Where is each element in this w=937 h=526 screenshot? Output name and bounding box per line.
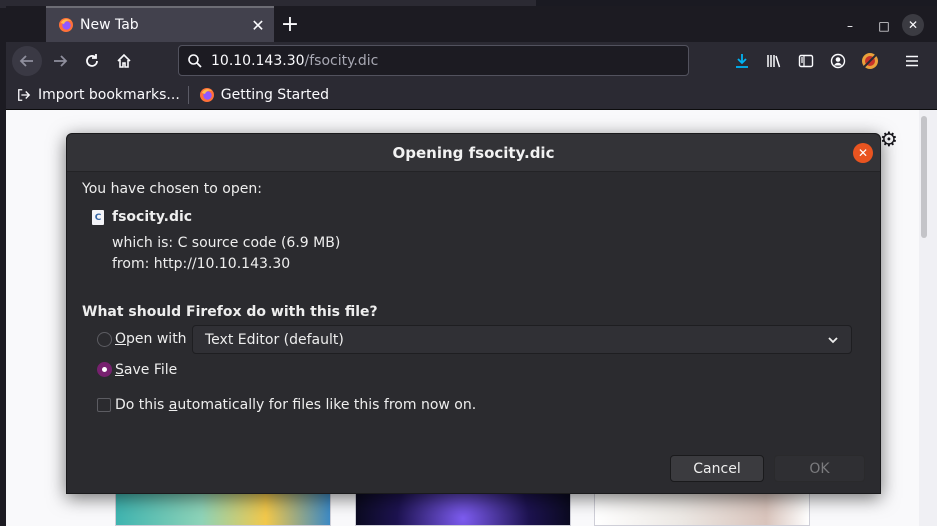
save-file-label[interactable]: Save File — [115, 362, 177, 378]
navigation-toolbar: 10.10.143.30/fsocity.dic — [6, 42, 937, 80]
url-path: /fsocity.dic — [304, 52, 379, 69]
url-host: 10.10.143.30 — [211, 52, 305, 69]
firefox-icon — [199, 87, 215, 103]
chevron-down-icon — [823, 330, 843, 350]
open-with-text: pen with — [126, 331, 187, 347]
application-select-value: Text Editor (default) — [205, 331, 344, 348]
extension-icon[interactable] — [858, 49, 882, 73]
application-select[interactable]: Text Editor (default) — [192, 325, 852, 354]
save-file-accesskey: S — [115, 362, 124, 378]
close-tab-icon[interactable]: ✕ — [248, 15, 268, 35]
search-icon — [185, 51, 205, 71]
chosen-label: You have chosen to open: — [82, 181, 262, 197]
open-with-label[interactable]: Open with — [115, 331, 187, 347]
menu-icon[interactable] — [900, 49, 924, 73]
dialog-title: Opening fsocity.dic — [392, 143, 555, 162]
new-tab-button[interactable]: + — [276, 10, 304, 38]
import-icon — [16, 87, 32, 103]
open-with-radio[interactable] — [97, 332, 112, 347]
auto-action-checkbox[interactable] — [97, 398, 111, 412]
open-with-accesskey: O — [115, 331, 127, 347]
close-dialog-button[interactable]: ✕ — [853, 143, 873, 163]
minimize-button[interactable]: – — [840, 16, 860, 36]
save-file-text: ave File — [123, 362, 178, 378]
cancel-button[interactable]: Cancel — [670, 455, 764, 482]
bookmark-separator — [187, 85, 189, 104]
download-icon[interactable] — [730, 49, 754, 73]
close-window-button[interactable]: ✕ — [902, 14, 924, 36]
bookmark-label: Getting Started — [220, 86, 330, 103]
account-icon[interactable] — [826, 49, 850, 73]
pocket-story-image[interactable] — [355, 492, 571, 526]
ok-button[interactable]: OK — [774, 455, 865, 482]
save-file-radio[interactable] — [97, 362, 112, 377]
url-bar[interactable]: 10.10.143.30/fsocity.dic — [178, 45, 689, 76]
bookmarks-toolbar: Import bookmarks... Getting Started — [6, 80, 937, 110]
scrollbar-thumb[interactable] — [921, 116, 927, 238]
gear-icon[interactable]: ⚙ — [878, 127, 900, 151]
tab-strip: New Tab ✕ + – □ ✕ — [6, 6, 937, 42]
c-source-file-icon: C — [92, 210, 104, 225]
tab-new-tab[interactable]: New Tab ✕ — [46, 6, 274, 42]
file-name: fsocity.dic — [112, 209, 193, 225]
library-icon[interactable] — [762, 49, 786, 73]
bookmark-getting-started[interactable]: Getting Started — [199, 87, 329, 103]
bookmark-import[interactable]: Import bookmarks... — [16, 87, 180, 103]
home-button[interactable] — [110, 47, 138, 75]
maximize-button[interactable]: □ — [874, 16, 894, 36]
file-source: from: http://10.10.143.30 — [112, 256, 291, 272]
auto-label-post: utomatically for files like this from no… — [177, 397, 477, 413]
download-dialog: Opening fsocity.dic ✕ You have chosen to… — [66, 133, 881, 494]
bookmark-label: Import bookmarks... — [38, 86, 180, 103]
back-button[interactable] — [12, 46, 42, 76]
file-type: which is: C source code (6.9 MB) — [112, 235, 341, 251]
auto-label-pre: Do this — [115, 397, 169, 413]
sidebar-icon[interactable] — [794, 49, 818, 73]
tab-title: New Tab — [80, 17, 139, 33]
forward-button[interactable] — [46, 47, 74, 75]
auto-action-label[interactable]: Do this automatically for files like thi… — [115, 397, 476, 413]
action-question: What should Firefox do with this file? — [82, 304, 378, 320]
pocket-story-image[interactable] — [594, 492, 810, 526]
pocket-story-image[interactable] — [115, 492, 331, 526]
firefox-icon — [58, 17, 74, 33]
dialog-header: Opening fsocity.dic ✕ — [67, 134, 880, 172]
reload-button[interactable] — [78, 47, 106, 75]
